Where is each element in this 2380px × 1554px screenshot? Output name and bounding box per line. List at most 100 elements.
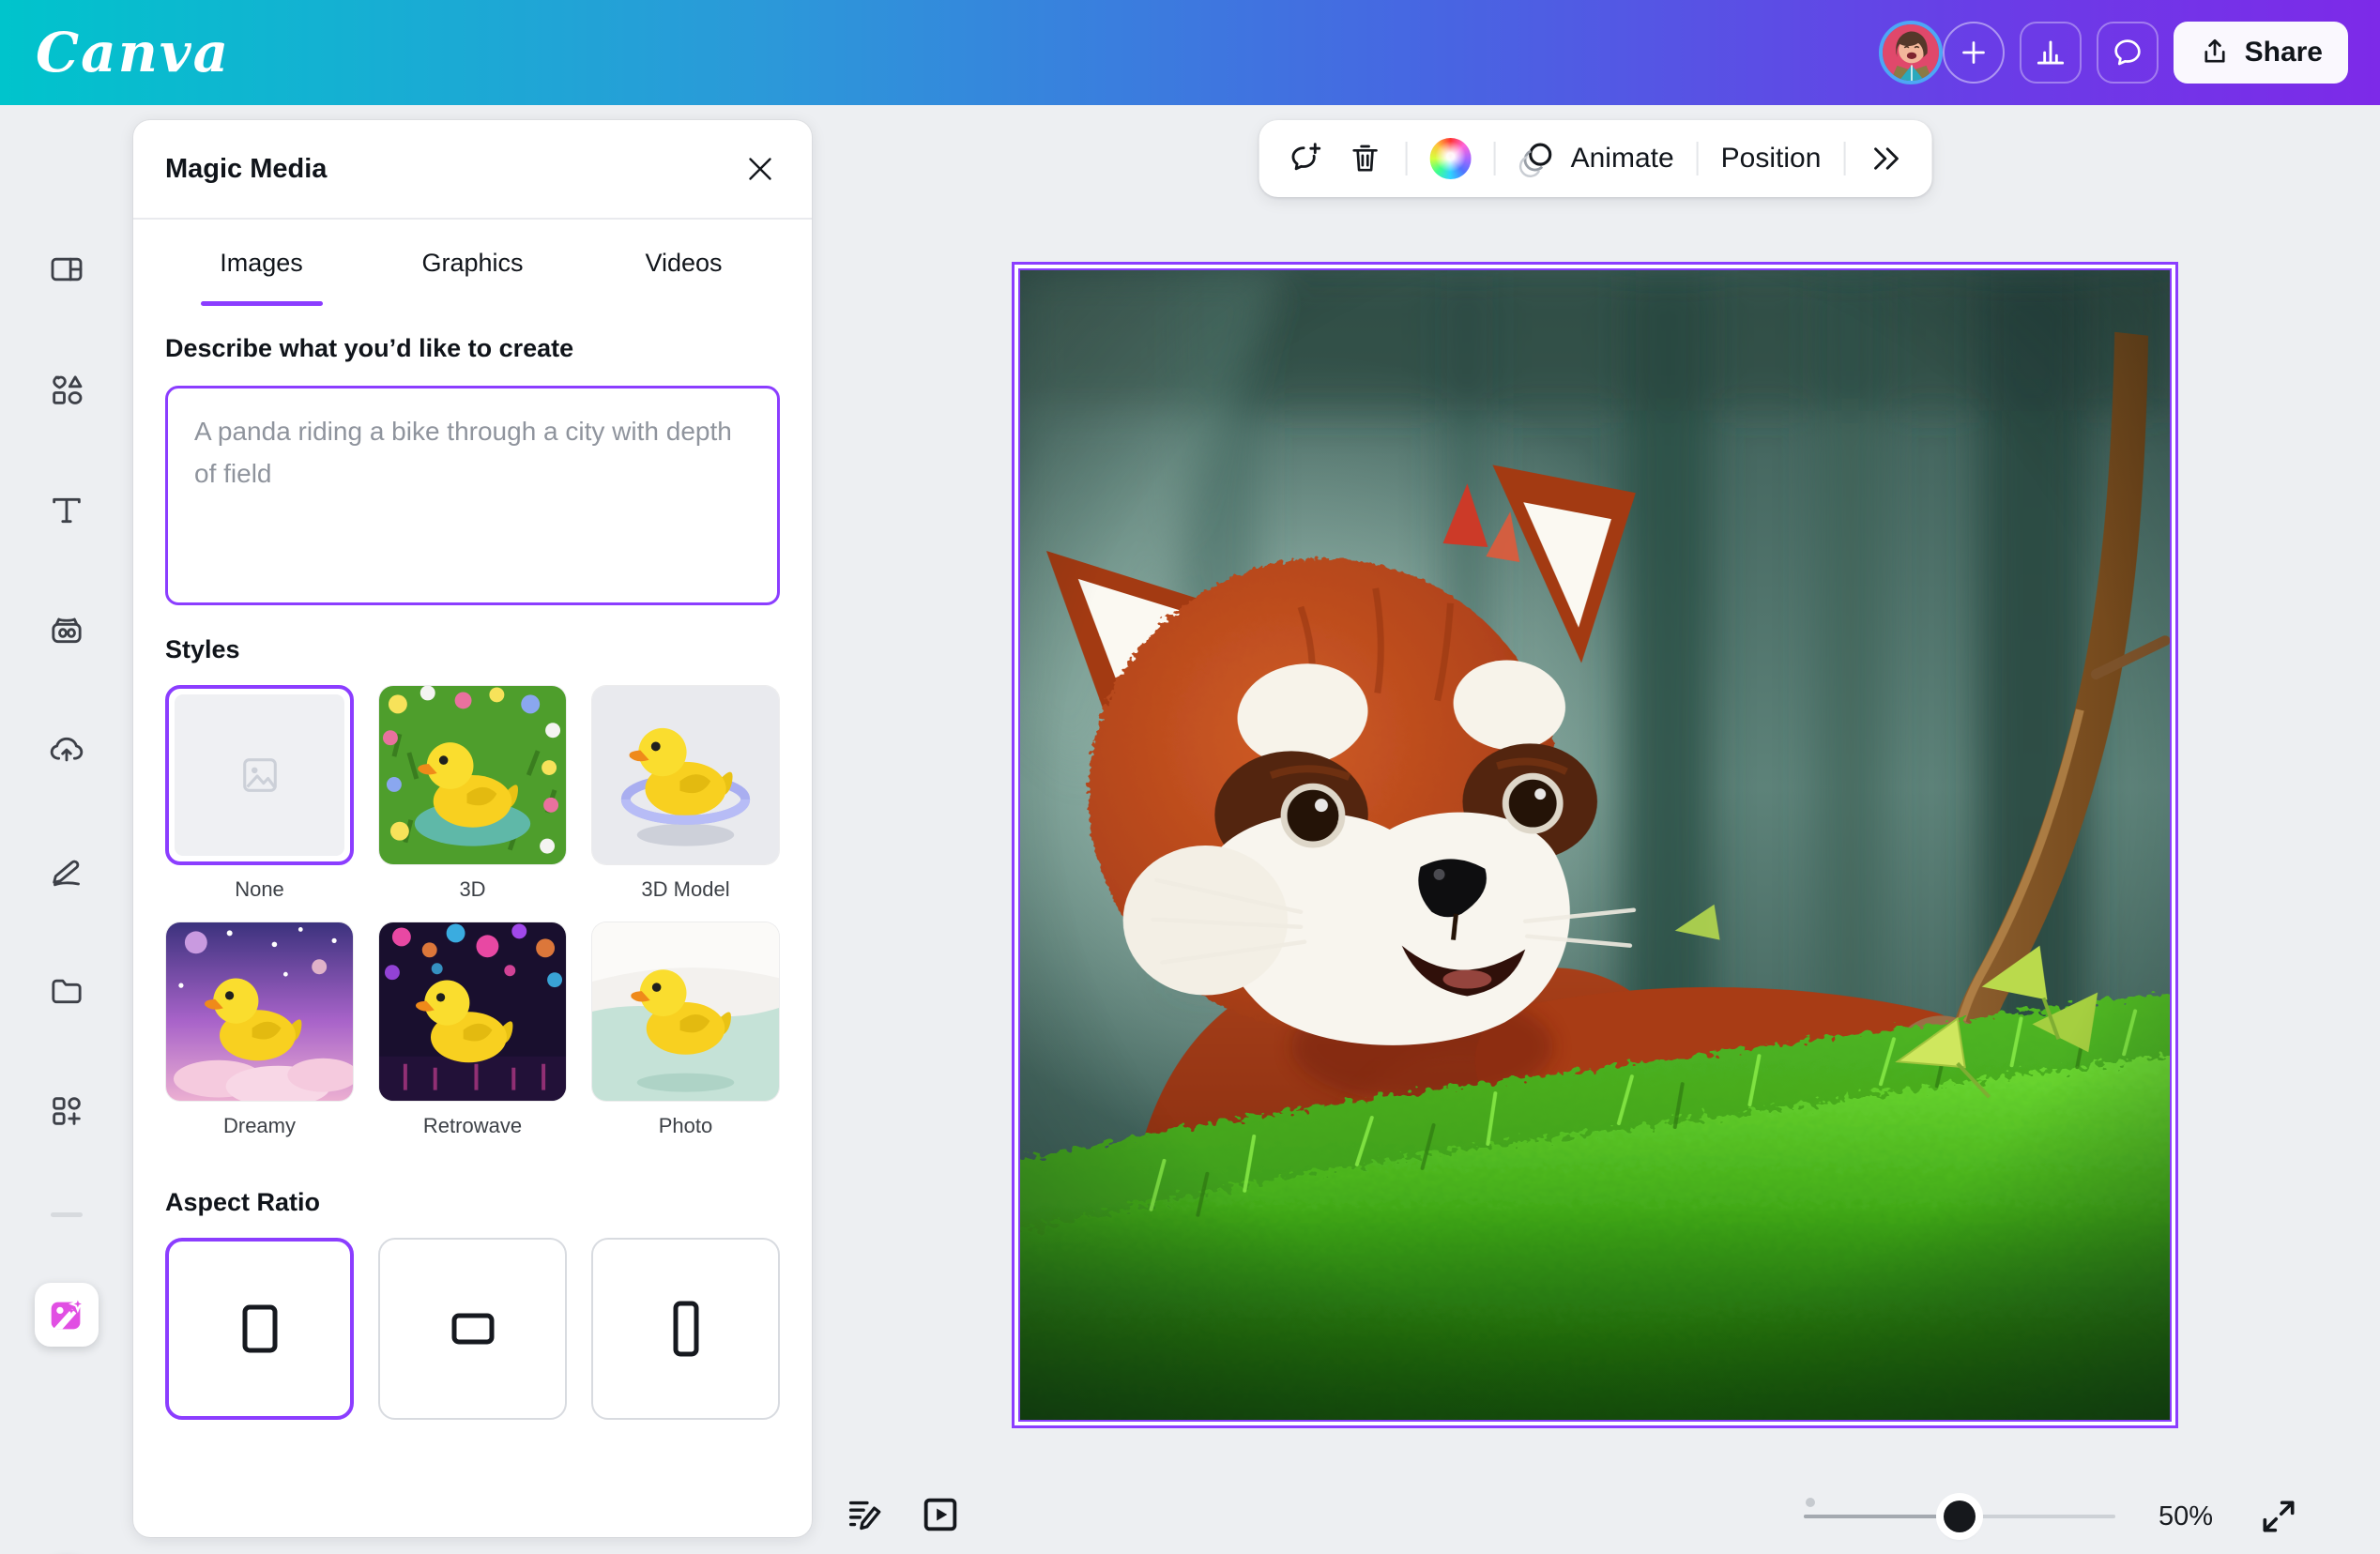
style-option-dreamy: Dreamy	[165, 922, 354, 1158]
double-chevron-right-icon	[1868, 141, 1903, 176]
sidebar-item-elements[interactable]	[48, 372, 85, 409]
add-member-button[interactable]	[1943, 22, 2005, 84]
square-ratio-icon	[241, 1303, 279, 1354]
close-panel-button[interactable]	[740, 149, 780, 189]
sidebar-item-draw[interactable]	[48, 851, 85, 889]
style-label: 3D	[378, 877, 567, 902]
styles-heading: Styles	[165, 635, 780, 664]
position-label: Position	[1721, 143, 1822, 175]
topbar-actions: Share	[1879, 21, 2348, 84]
present-button[interactable]	[916, 1490, 965, 1539]
comment-add-icon	[1288, 140, 1325, 177]
canvas-toolbar: Animate Position	[1259, 120, 1932, 197]
style-card-dreamy[interactable]	[165, 922, 354, 1102]
style-option-3d: 3D	[378, 685, 567, 922]
aspect-option-portrait[interactable]	[591, 1238, 780, 1420]
user-avatar[interactable]	[1879, 21, 1943, 84]
more-options-button[interactable]	[1868, 141, 1903, 176]
speech-bubble-icon	[2110, 35, 2145, 70]
style-option-photo: Photo	[591, 922, 780, 1158]
magic-media-icon	[45, 1293, 88, 1336]
magic-media-panel: Magic Media Images Graphics Videos Descr…	[133, 120, 812, 1537]
apps-grid-icon	[48, 1092, 85, 1130]
style-option-retrowave: Retrowave	[378, 922, 567, 1158]
style-thumb-3d-model	[592, 686, 779, 864]
page-tools	[841, 1490, 965, 1539]
fullscreen-button[interactable]	[2256, 1494, 2301, 1539]
tab-graphics[interactable]: Graphics	[367, 220, 578, 306]
portrait-ratio-icon	[672, 1300, 700, 1358]
style-card-3d[interactable]	[378, 685, 567, 865]
generated-image-red-panda	[1020, 270, 2170, 1420]
animate-button[interactable]: Animate	[1518, 139, 1674, 178]
notes-button[interactable]	[841, 1490, 890, 1539]
styles-grid: None 3D	[165, 685, 780, 1158]
design-icon	[48, 251, 85, 288]
style-thumb-retrowave	[379, 922, 566, 1101]
brand-hub-icon	[48, 612, 85, 649]
style-card-none[interactable]	[165, 685, 354, 865]
position-button[interactable]: Position	[1721, 143, 1822, 175]
style-thumb-photo	[592, 922, 779, 1101]
zoom-slider[interactable]	[1804, 1490, 2115, 1543]
style-card-retrowave[interactable]	[378, 922, 567, 1102]
style-card-3d-model[interactable]	[591, 685, 780, 865]
style-option-3d-model: 3D Model	[591, 685, 780, 922]
zoom-slider-thumb[interactable]	[1944, 1501, 1976, 1532]
generated-image-frame	[1018, 268, 2172, 1422]
sidebar-item-magic-media[interactable]	[35, 1283, 99, 1347]
sidebar-item-design[interactable]	[48, 251, 85, 288]
plus-icon	[1957, 36, 1991, 69]
sidebar-item-projects[interactable]	[48, 972, 85, 1010]
zoom-fit-marker	[1806, 1498, 1815, 1507]
sidebar-item-text[interactable]	[48, 492, 85, 529]
bar-chart-icon	[2033, 35, 2068, 70]
text-icon	[48, 492, 85, 529]
panel-tabs: Images Graphics Videos	[133, 220, 812, 306]
delete-button[interactable]	[1348, 141, 1383, 176]
panel-header: Magic Media	[133, 120, 812, 220]
style-card-photo[interactable]	[591, 922, 780, 1102]
left-sidebar	[0, 105, 133, 1554]
landscape-ratio-icon	[450, 1312, 496, 1346]
sidebar-item-brand[interactable]	[48, 612, 85, 649]
style-label: Photo	[591, 1114, 780, 1138]
sidebar-item-apps[interactable]	[48, 1092, 85, 1130]
toolbar-divider	[1843, 142, 1845, 175]
style-label: Retrowave	[378, 1114, 567, 1138]
zoom-controls: 50%	[1804, 1490, 2301, 1543]
panel-body: Describe what you’d like to create Style…	[133, 306, 812, 1420]
share-label: Share	[2245, 37, 2323, 69]
style-label: None	[165, 877, 354, 902]
style-thumb-dreamy	[166, 922, 353, 1101]
style-label: Dreamy	[165, 1114, 354, 1138]
top-bar: Canva	[0, 0, 2380, 105]
prompt-input[interactable]	[165, 386, 780, 605]
tab-images[interactable]: Images	[156, 220, 367, 306]
selected-canvas-element[interactable]	[1012, 262, 2178, 1428]
panel-title: Magic Media	[165, 154, 327, 185]
insights-button[interactable]	[2020, 22, 2082, 84]
zoom-percent: 50%	[2159, 1501, 2213, 1532]
image-placeholder	[175, 694, 344, 856]
toolbar-divider	[1494, 142, 1496, 175]
notes-icon	[844, 1493, 887, 1536]
close-icon	[743, 152, 777, 186]
draw-pen-icon	[48, 851, 85, 889]
sidebar-divider	[51, 1212, 83, 1217]
tab-videos[interactable]: Videos	[578, 220, 789, 306]
color-button[interactable]	[1430, 138, 1472, 179]
comment-button[interactable]	[1288, 140, 1325, 177]
share-button[interactable]: Share	[2174, 22, 2348, 84]
describe-label: Describe what you’d like to create	[165, 334, 780, 363]
style-label: 3D Model	[591, 877, 780, 902]
elements-shapes-icon	[48, 372, 85, 409]
expand-icon	[2258, 1496, 2299, 1537]
comments-button[interactable]	[2097, 22, 2159, 84]
aspect-option-landscape[interactable]	[378, 1238, 567, 1420]
avatar-image	[1883, 24, 1941, 83]
aspect-ratio-heading: Aspect Ratio	[165, 1188, 780, 1217]
image-placeholder-icon	[238, 754, 282, 797]
sidebar-item-uploads[interactable]	[48, 731, 85, 769]
aspect-option-square[interactable]	[165, 1238, 354, 1420]
